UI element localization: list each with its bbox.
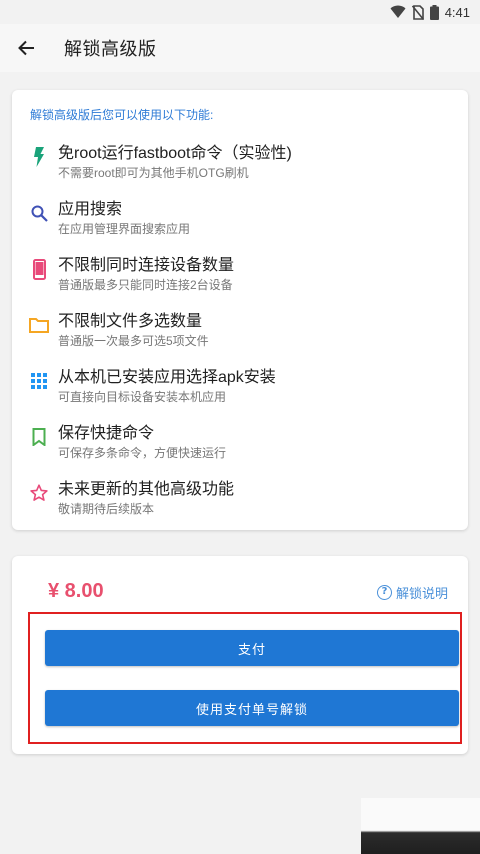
wifi-icon (390, 5, 406, 18)
phone-icon (28, 258, 50, 280)
overlay-fragment (361, 798, 480, 854)
back-button[interactable] (2, 24, 50, 72)
bolt-icon (28, 146, 50, 168)
battery-icon (429, 4, 439, 20)
feature-subtitle: 可保存多条命令，方便快速运行 (58, 446, 227, 460)
feature-subtitle: 不需要root即可为其他手机OTG刷机 (58, 166, 249, 180)
feature-item-fastboot: 免root运行fastboot命令（实验性) 不需要root即可为其他手机OTG… (12, 138, 468, 190)
feature-title: 免root运行fastboot命令（实验性) (58, 145, 292, 162)
feature-title: 从本机已安装应用选择apk安装 (58, 369, 276, 386)
highlight-box: 支付 使用支付单号解锁 (28, 612, 462, 744)
feature-subtitle: 敬请期待后续版本 (58, 502, 155, 516)
page-title: 解锁高级版 (64, 39, 157, 59)
feature-item-shortcut-commands: 保存快捷命令 可保存多条命令，方便快速运行 (12, 418, 468, 470)
payment-card: ¥ 8.00 ? 解锁说明 支付 使用支付单号解锁 (12, 556, 468, 754)
grid-icon (28, 370, 50, 392)
features-card: 解锁高级版后您可以使用以下功能: 免root运行fastboot命令（实验性) … (12, 90, 468, 530)
app-bar: 解锁高级版 (0, 24, 480, 72)
feature-title: 不限制同时连接设备数量 (58, 257, 235, 274)
folder-icon (28, 314, 50, 336)
unlock-with-order-button[interactable]: 使用支付单号解锁 (45, 690, 459, 726)
feature-item-future-features: 未来更新的其他高级功能 敬请期待后续版本 (12, 474, 468, 526)
feature-subtitle: 在应用管理界面搜索应用 (58, 222, 191, 236)
bookmark-icon (28, 426, 50, 448)
arrow-back-icon (18, 40, 34, 56)
pay-button[interactable]: 支付 (45, 630, 459, 666)
star-icon (28, 482, 50, 504)
feature-subtitle: 普通版最多只能同时连接2台设备 (58, 278, 233, 292)
price-label: ¥ 8.00 (48, 580, 104, 602)
search-icon (28, 202, 50, 224)
help-circle-icon: ? (376, 585, 392, 600)
feature-subtitle: 普通版一次最多可选5项文件 (58, 334, 209, 348)
no-sim-icon (411, 4, 424, 20)
feature-title: 保存快捷命令 (58, 425, 155, 442)
status-bar: 4:41 (0, 0, 480, 24)
feature-title: 应用搜索 (58, 201, 123, 218)
feature-item-app-search: 应用搜索 在应用管理界面搜索应用 (12, 194, 468, 246)
features-header: 解锁高级版后您可以使用以下功能: (30, 108, 214, 122)
unlock-help-label: 解锁说明 (395, 586, 448, 601)
feature-title: 未来更新的其他高级功能 (58, 481, 235, 498)
feature-item-local-apk: 从本机已安装应用选择apk安装 可直接向目标设备安装本机应用 (12, 362, 468, 414)
feature-subtitle: 可直接向目标设备安装本机应用 (58, 390, 227, 404)
status-icons: 4:41 (390, 3, 470, 21)
feature-item-unlimited-devices: 不限制同时连接设备数量 普通版最多只能同时连接2台设备 (12, 250, 468, 302)
unlock-help-link[interactable]: ? 解锁说明 (376, 583, 448, 602)
feature-title: 不限制文件多选数量 (58, 313, 203, 330)
status-time: 4:41 (444, 4, 470, 20)
feature-item-unlimited-files: 不限制文件多选数量 普通版一次最多可选5项文件 (12, 306, 468, 358)
